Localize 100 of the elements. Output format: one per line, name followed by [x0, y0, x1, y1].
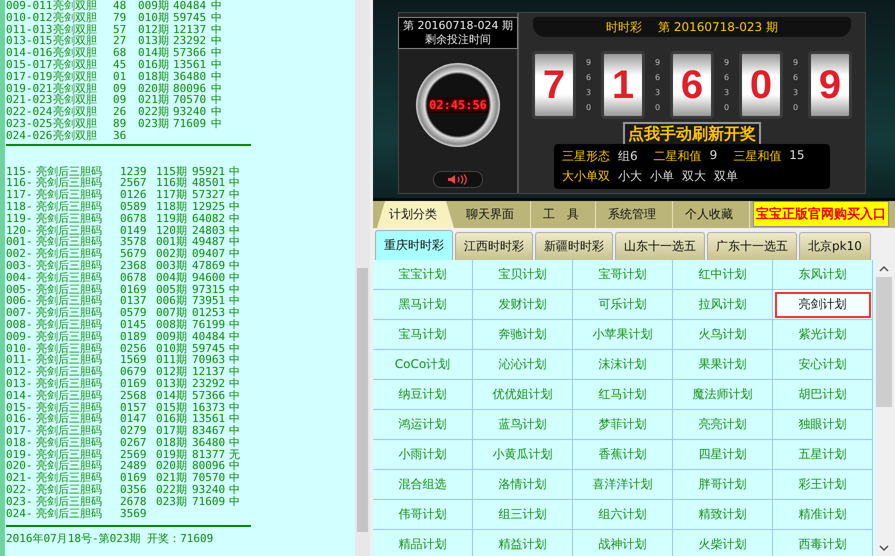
log-issue: 010期	[138, 12, 170, 24]
plan-item[interactable]: 黑马计划	[373, 290, 473, 320]
plan-item[interactable]: 精准计划	[773, 500, 873, 530]
log-draw: 47869	[192, 260, 226, 272]
log-draw: 01253	[192, 307, 226, 319]
stat-value: 双大	[682, 168, 706, 185]
plan-item[interactable]: 精致计划	[673, 500, 773, 530]
plan-item[interactable]: 五星计划	[773, 440, 873, 470]
lottery-tab[interactable]: 广东十一选五	[707, 232, 797, 260]
log-plan: 亮剑双胆	[53, 70, 98, 83]
log-issue: 117期	[156, 189, 188, 201]
log-plan: 亮剑后三胆码	[36, 402, 103, 414]
plan-item[interactable]: 胖哥计划	[673, 470, 773, 500]
plan-item[interactable]: 伟哥计划	[373, 500, 473, 530]
plan-item[interactable]: CoCo计划	[373, 350, 473, 380]
plan-item[interactable]: 四星计划	[673, 440, 773, 470]
plan-item[interactable]: 奔驰计划	[473, 320, 573, 350]
log-id: 013-015	[6, 35, 53, 48]
log-draw: 94600	[192, 272, 226, 284]
scrollbar[interactable]	[355, 0, 370, 556]
plan-item[interactable]: 组三计划	[473, 500, 573, 530]
log-draw: 12925	[192, 200, 226, 213]
plan-item[interactable]: 洛情计划	[473, 470, 573, 500]
plan-item[interactable]: 组六计划	[573, 500, 673, 530]
plan-item[interactable]: 宝贝计划	[473, 260, 573, 290]
plan-item[interactable]: 宝马计划	[373, 320, 473, 350]
plan-item[interactable]: 紫光计划	[773, 320, 873, 350]
log-draw: 57327	[192, 189, 226, 201]
log-draw: 83467	[192, 425, 226, 437]
plan-item[interactable]: 梦菲计划	[573, 410, 673, 440]
plan-item[interactable]: 彩王计划	[773, 470, 873, 500]
plan-item[interactable]: 喜洋洋计划	[573, 470, 673, 500]
main-tab[interactable]: 计划分类	[377, 201, 454, 228]
log-plan: 亮剑后三胆码	[36, 448, 103, 460]
lottery-tab[interactable]: 新疆时时彩	[535, 232, 613, 260]
plan-item[interactable]: 安心计划	[773, 350, 873, 380]
plan-item[interactable]: 魔法师计划	[673, 380, 773, 410]
log-pick: 0267	[120, 436, 148, 449]
log-issue: 022期	[138, 106, 170, 118]
log-draw: 93240	[173, 106, 208, 118]
plan-item[interactable]: 可乐计划	[573, 290, 673, 320]
buy-link[interactable]: 宝宝正版官网购买入口	[753, 201, 889, 227]
plan-item[interactable]: 鸿运计划	[373, 410, 473, 440]
plan-item[interactable]: 优优姐计划	[473, 380, 573, 410]
log-result: 中	[211, 12, 223, 24]
log-draw: 71609	[192, 496, 226, 508]
plan-item[interactable]: 亮亮计划	[673, 410, 773, 440]
plan-item[interactable]: 小雨计划	[373, 440, 473, 470]
plan-item[interactable]: 香蕉计划	[573, 440, 673, 470]
reel-scale-mark: 3	[586, 88, 592, 97]
plan-item[interactable]: 拉风计划	[673, 290, 773, 320]
lottery-tab[interactable]: 北京pk10	[799, 232, 871, 260]
log-draw: 71609	[173, 118, 208, 130]
log-pick: 5679	[120, 248, 148, 260]
plan-item[interactable]: 宝哥计划	[573, 260, 673, 290]
plan-item[interactable]: 果果计划	[673, 350, 773, 380]
log-id: 117-	[6, 189, 34, 201]
speaker-icon	[447, 174, 469, 185]
lottery-tab[interactable]: 江西时时彩	[455, 232, 533, 260]
plan-item[interactable]: 东风计划	[773, 260, 873, 290]
log-id: 012-	[6, 366, 34, 378]
log-issue: 013期	[138, 35, 170, 48]
refresh-draw-button[interactable]: 点我手动刷新开奖	[623, 122, 761, 146]
plan-item[interactable]: 纳豆计划	[373, 380, 473, 410]
log-result: 中	[229, 189, 241, 201]
log-pick: 0147	[120, 413, 148, 426]
lottery-tab[interactable]: 山东十一选五	[615, 232, 705, 260]
log-result: 中	[229, 212, 241, 225]
log-pick: 09	[113, 94, 128, 106]
plan-item[interactable]: 红马计划	[573, 380, 673, 410]
log-id: 013-	[6, 378, 34, 390]
log-draw: 48501	[192, 177, 226, 190]
plan-item[interactable]: 胡巴计划	[773, 380, 873, 410]
log-id: 016-	[6, 413, 34, 426]
next-issue: 第 20160718-024 期	[403, 19, 513, 33]
log-result: 中	[229, 284, 241, 296]
plan-item[interactable]: 蓝鸟计划	[473, 410, 573, 440]
plan-item[interactable]: 小黄瓜计划	[473, 440, 573, 470]
plan-item[interactable]: 沁沁计划	[473, 350, 573, 380]
plan-item[interactable]: 宝宝计划	[373, 260, 473, 290]
reel-scale-mark: 3	[792, 88, 798, 97]
log-plan: 亮剑后三胆码	[36, 472, 103, 484]
log-draw: 59745	[173, 12, 208, 24]
log-issue: 003期	[156, 260, 188, 272]
log-draw: 80096	[173, 82, 208, 94]
lottery-tab[interactable]: 重庆时时彩	[375, 230, 453, 260]
log-issue: 007期	[156, 307, 188, 319]
plan-item[interactable]: 独眼计划	[773, 410, 873, 440]
reel-scale-mark: 0	[792, 103, 798, 112]
plan-item[interactable]: 发财计划	[473, 290, 573, 320]
plan-item[interactable]: 火鸟计划	[673, 320, 773, 350]
sound-button[interactable]	[433, 171, 483, 188]
log-pick: 57	[113, 24, 128, 36]
plan-item[interactable]: 红中计划	[673, 260, 773, 290]
plan-item[interactable]: 亮剑计划	[773, 290, 873, 320]
plan-item[interactable]: 混合组选	[373, 470, 473, 500]
plan-item[interactable]: 小苹果计划	[573, 320, 673, 350]
log-pick: 0679	[120, 366, 148, 378]
plan-item[interactable]: 沫沫计划	[573, 350, 673, 380]
reel-scale-mark: 3	[724, 88, 730, 97]
